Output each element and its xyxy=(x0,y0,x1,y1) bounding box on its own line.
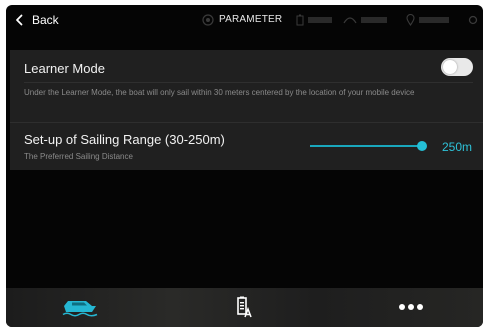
page-title: PARAMETER xyxy=(219,14,283,25)
signal-icon xyxy=(202,14,214,26)
speed-redacted xyxy=(361,17,387,23)
location-pin-icon xyxy=(406,14,415,26)
bottom-nav xyxy=(6,288,483,327)
settings-status xyxy=(468,13,478,27)
gear-icon xyxy=(468,15,478,25)
learner-mode-title: Learner Mode xyxy=(24,61,105,76)
speed-status xyxy=(343,13,387,27)
distance-status xyxy=(406,13,449,27)
voltage-status xyxy=(296,13,332,27)
battery-status-icon xyxy=(296,14,304,26)
signal-status xyxy=(202,13,214,27)
sailing-range-slider[interactable] xyxy=(310,140,427,152)
toggle-knob xyxy=(443,60,457,74)
battery-nav-button[interactable] xyxy=(232,293,256,321)
slider-fill xyxy=(310,145,422,147)
distance-redacted xyxy=(419,17,449,23)
speed-icon xyxy=(343,17,357,24)
more-nav-button[interactable] xyxy=(396,293,426,321)
back-button[interactable]: Back xyxy=(15,12,59,28)
boat-nav-button[interactable] xyxy=(58,293,102,321)
back-label: Back xyxy=(32,13,59,27)
divider xyxy=(24,82,473,83)
learner-mode-card: Learner Mode Under the Learner Mode, the… xyxy=(10,50,483,122)
sailing-range-card: Set-up of Sailing Range (30-250m) The Pr… xyxy=(10,122,483,170)
voltage-redacted xyxy=(308,17,332,23)
sailing-range-subtitle: The Preferred Sailing Distance xyxy=(24,152,133,161)
boat-icon xyxy=(62,301,98,317)
learner-mode-toggle[interactable] xyxy=(441,58,473,76)
app-screen: Back PARAMETER Learner Mode Under the Le… xyxy=(6,5,483,327)
slider-thumb[interactable] xyxy=(417,141,427,151)
sailing-range-title: Set-up of Sailing Range (30-250m) xyxy=(24,132,225,147)
top-bar: Back PARAMETER xyxy=(6,5,483,35)
more-icon xyxy=(399,304,423,310)
chevron-left-icon xyxy=(16,14,23,26)
battery-doc-icon xyxy=(237,296,252,318)
learner-mode-description: Under the Learner Mode, the boat will on… xyxy=(24,88,415,97)
sailing-range-value: 250m xyxy=(442,140,473,154)
